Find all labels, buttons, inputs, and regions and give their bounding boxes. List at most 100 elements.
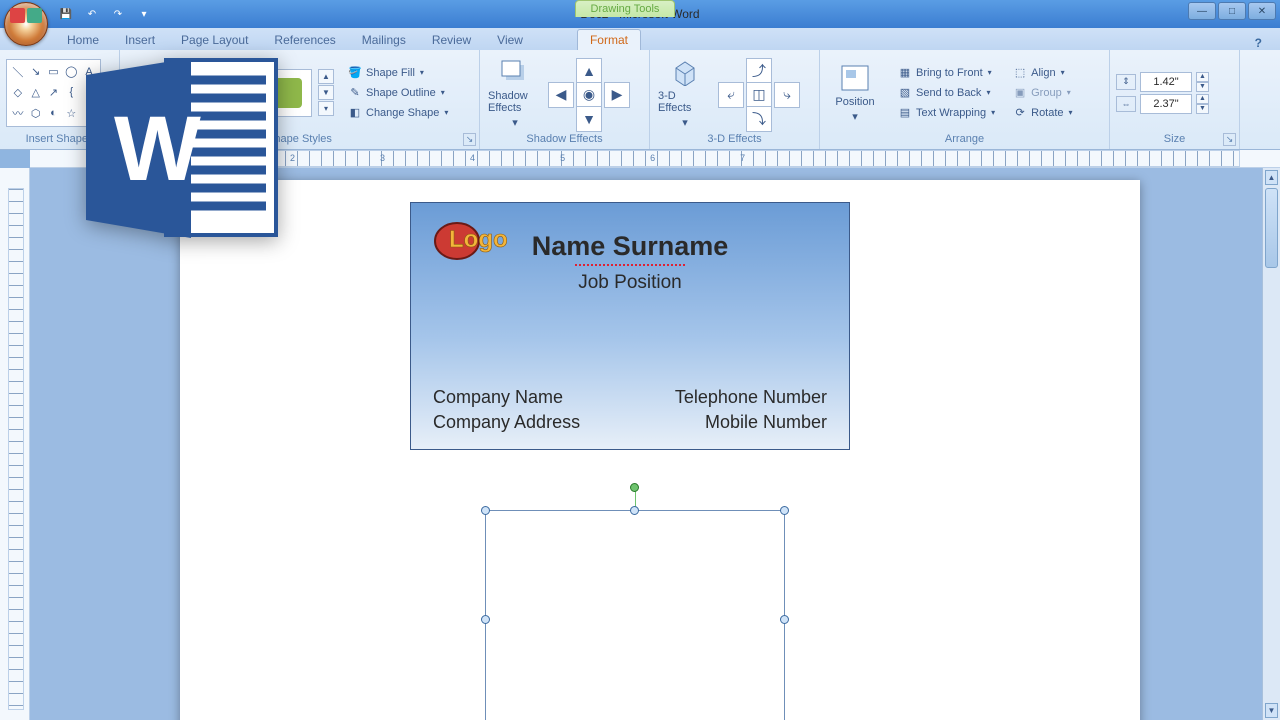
logo-graphic: Logo [429,217,527,265]
card-job: Job Position [433,272,827,294]
card-phone: Telephone Number [675,387,827,408]
nudge-up-icon[interactable]: ▲ [576,58,602,84]
tab-pagelayout[interactable]: Page Layout [169,30,260,50]
rotate-connector [635,491,636,507]
tilt-center-icon[interactable]: ◫ [746,82,772,108]
bring-front-icon: ▦ [898,66,912,80]
3d-tilt[interactable]: ⤴ ⤶◫⤷ ⤵ [718,58,800,128]
group-arrange: Arrange [826,131,1103,147]
tab-format[interactable]: Format [577,29,641,50]
resize-handle-r[interactable] [780,615,789,624]
rotate-button[interactable]: ⟳Rotate▾ [1009,104,1076,122]
nudge-right-icon[interactable]: ▶ [604,82,630,108]
business-card-shape[interactable]: Logo Name Surname Job Position Company N… [410,202,850,450]
maximize-button[interactable]: □ [1218,2,1246,20]
scroll-down-icon[interactable]: ▼ [1265,703,1278,718]
tab-review[interactable]: Review [420,30,483,50]
scroll-thumb[interactable] [1265,188,1278,268]
change-shape-button[interactable]: ◧Change Shape▾ [344,104,452,122]
resize-handle-t[interactable] [630,506,639,515]
close-button[interactable]: ✕ [1248,2,1276,20]
title-bar: 💾 ↶ ↷ ▾ Doc2 - Microsoft Word Drawing To… [0,0,1280,28]
rotate-handle[interactable] [630,483,639,492]
group-button[interactable]: ▣Group▾ [1009,84,1076,102]
position-icon [837,62,873,94]
wrap-icon: ▤ [898,106,912,120]
undo-icon[interactable]: ↶ [81,4,103,24]
pencil-icon: ✎ [348,86,362,100]
tilt-down-icon[interactable]: ⤵ [746,106,772,132]
send-to-back-button[interactable]: ▧Send to Back▾ [894,84,999,102]
nudge-down-icon[interactable]: ▼ [576,106,602,132]
contextual-tab-title: Drawing Tools [575,0,675,17]
help-icon[interactable]: ? [1249,36,1268,50]
tab-insert[interactable]: Insert [113,30,167,50]
group-3d: 3-D Effects [656,131,813,147]
width-icon: ⇔ [1116,96,1136,112]
save-icon[interactable]: 💾 [55,4,77,24]
shape-fill-button[interactable]: 🪣Shape Fill▾ [344,64,452,82]
gallery-up-icon[interactable]: ▲ [318,69,334,84]
ribbon-tabs: Home Insert Page Layout References Maili… [0,28,1280,50]
gallery-down-icon[interactable]: ▼ [318,85,334,100]
card-mobile: Mobile Number [705,412,827,433]
quick-access-toolbar: 💾 ↶ ↷ ▾ [55,4,155,24]
spellcheck-underline [575,264,685,266]
height-down[interactable]: ▼ [1196,82,1209,92]
width-up[interactable]: ▲ [1196,94,1209,104]
align-icon: ⬚ [1013,66,1027,80]
shape-height-input[interactable] [1140,72,1192,92]
vertical-scrollbar[interactable]: ▲ ▼ [1262,168,1280,720]
resize-handle-tr[interactable] [780,506,789,515]
shape-width-input[interactable] [1140,94,1192,114]
cube-icon [667,56,703,88]
resize-handle-l[interactable] [481,615,490,624]
resize-handle-tl[interactable] [481,506,490,515]
send-back-icon: ▧ [898,86,912,100]
tilt-right-icon[interactable]: ⤷ [774,82,800,108]
minimize-button[interactable]: — [1188,2,1216,20]
text-wrapping-button[interactable]: ▤Text Wrapping▾ [894,104,999,122]
office-button[interactable] [4,2,48,46]
tab-mailings[interactable]: Mailings [350,30,418,50]
gallery-more-icon[interactable]: ▾ [318,101,334,116]
shadow-icon [497,56,533,88]
svg-text:Logo: Logo [449,226,508,253]
scroll-up-icon[interactable]: ▲ [1265,170,1278,185]
group-shadow: Shadow Effects [486,131,643,147]
shape-outline-button[interactable]: ✎Shape Outline▾ [344,84,452,102]
tilt-left-icon[interactable]: ⤶ [718,82,744,108]
document-workspace[interactable]: Logo Name Surname Job Position Company N… [30,168,1262,720]
tilt-up-icon[interactable]: ⤴ [746,58,772,84]
width-down[interactable]: ▼ [1196,104,1209,114]
tab-view[interactable]: View [485,30,535,50]
bucket-icon: 🪣 [348,66,362,80]
redo-icon[interactable]: ↷ [107,4,129,24]
position-button[interactable]: Position▾ [826,60,884,125]
size-launcher[interactable]: ↘ [1223,133,1236,146]
shadow-nudge[interactable]: ▲ ◀◉▶ ▼ [548,58,630,128]
shape-styles-launcher[interactable]: ↘ [463,133,476,146]
svg-text:W: W [114,98,201,200]
card-company: Company Name [433,387,563,408]
bring-to-front-button[interactable]: ▦Bring to Front▾ [894,64,999,82]
vertical-ruler[interactable] [0,168,30,720]
align-button[interactable]: ⬚Align▾ [1009,64,1076,82]
change-shape-icon: ◧ [348,106,362,120]
group-size: Size [1116,131,1233,147]
card-address: Company Address [433,412,580,433]
rotate-icon: ⟳ [1013,106,1027,120]
height-icon: ⇕ [1116,74,1136,90]
3d-effects-button[interactable]: 3-D Effects▾ [656,54,714,131]
tab-home[interactable]: Home [55,30,111,50]
qat-more-icon[interactable]: ▾ [133,4,155,24]
height-up[interactable]: ▲ [1196,72,1209,82]
nudge-left-icon[interactable]: ◀ [548,82,574,108]
group-icon: ▣ [1013,86,1027,100]
word-app-icon: W [76,50,286,245]
tab-references[interactable]: References [262,30,347,50]
selected-rectangle-shape[interactable] [485,510,785,720]
page[interactable]: Logo Name Surname Job Position Company N… [180,180,1140,720]
nudge-center-icon[interactable]: ◉ [576,82,602,108]
shadow-effects-button[interactable]: Shadow Effects▾ [486,54,544,131]
